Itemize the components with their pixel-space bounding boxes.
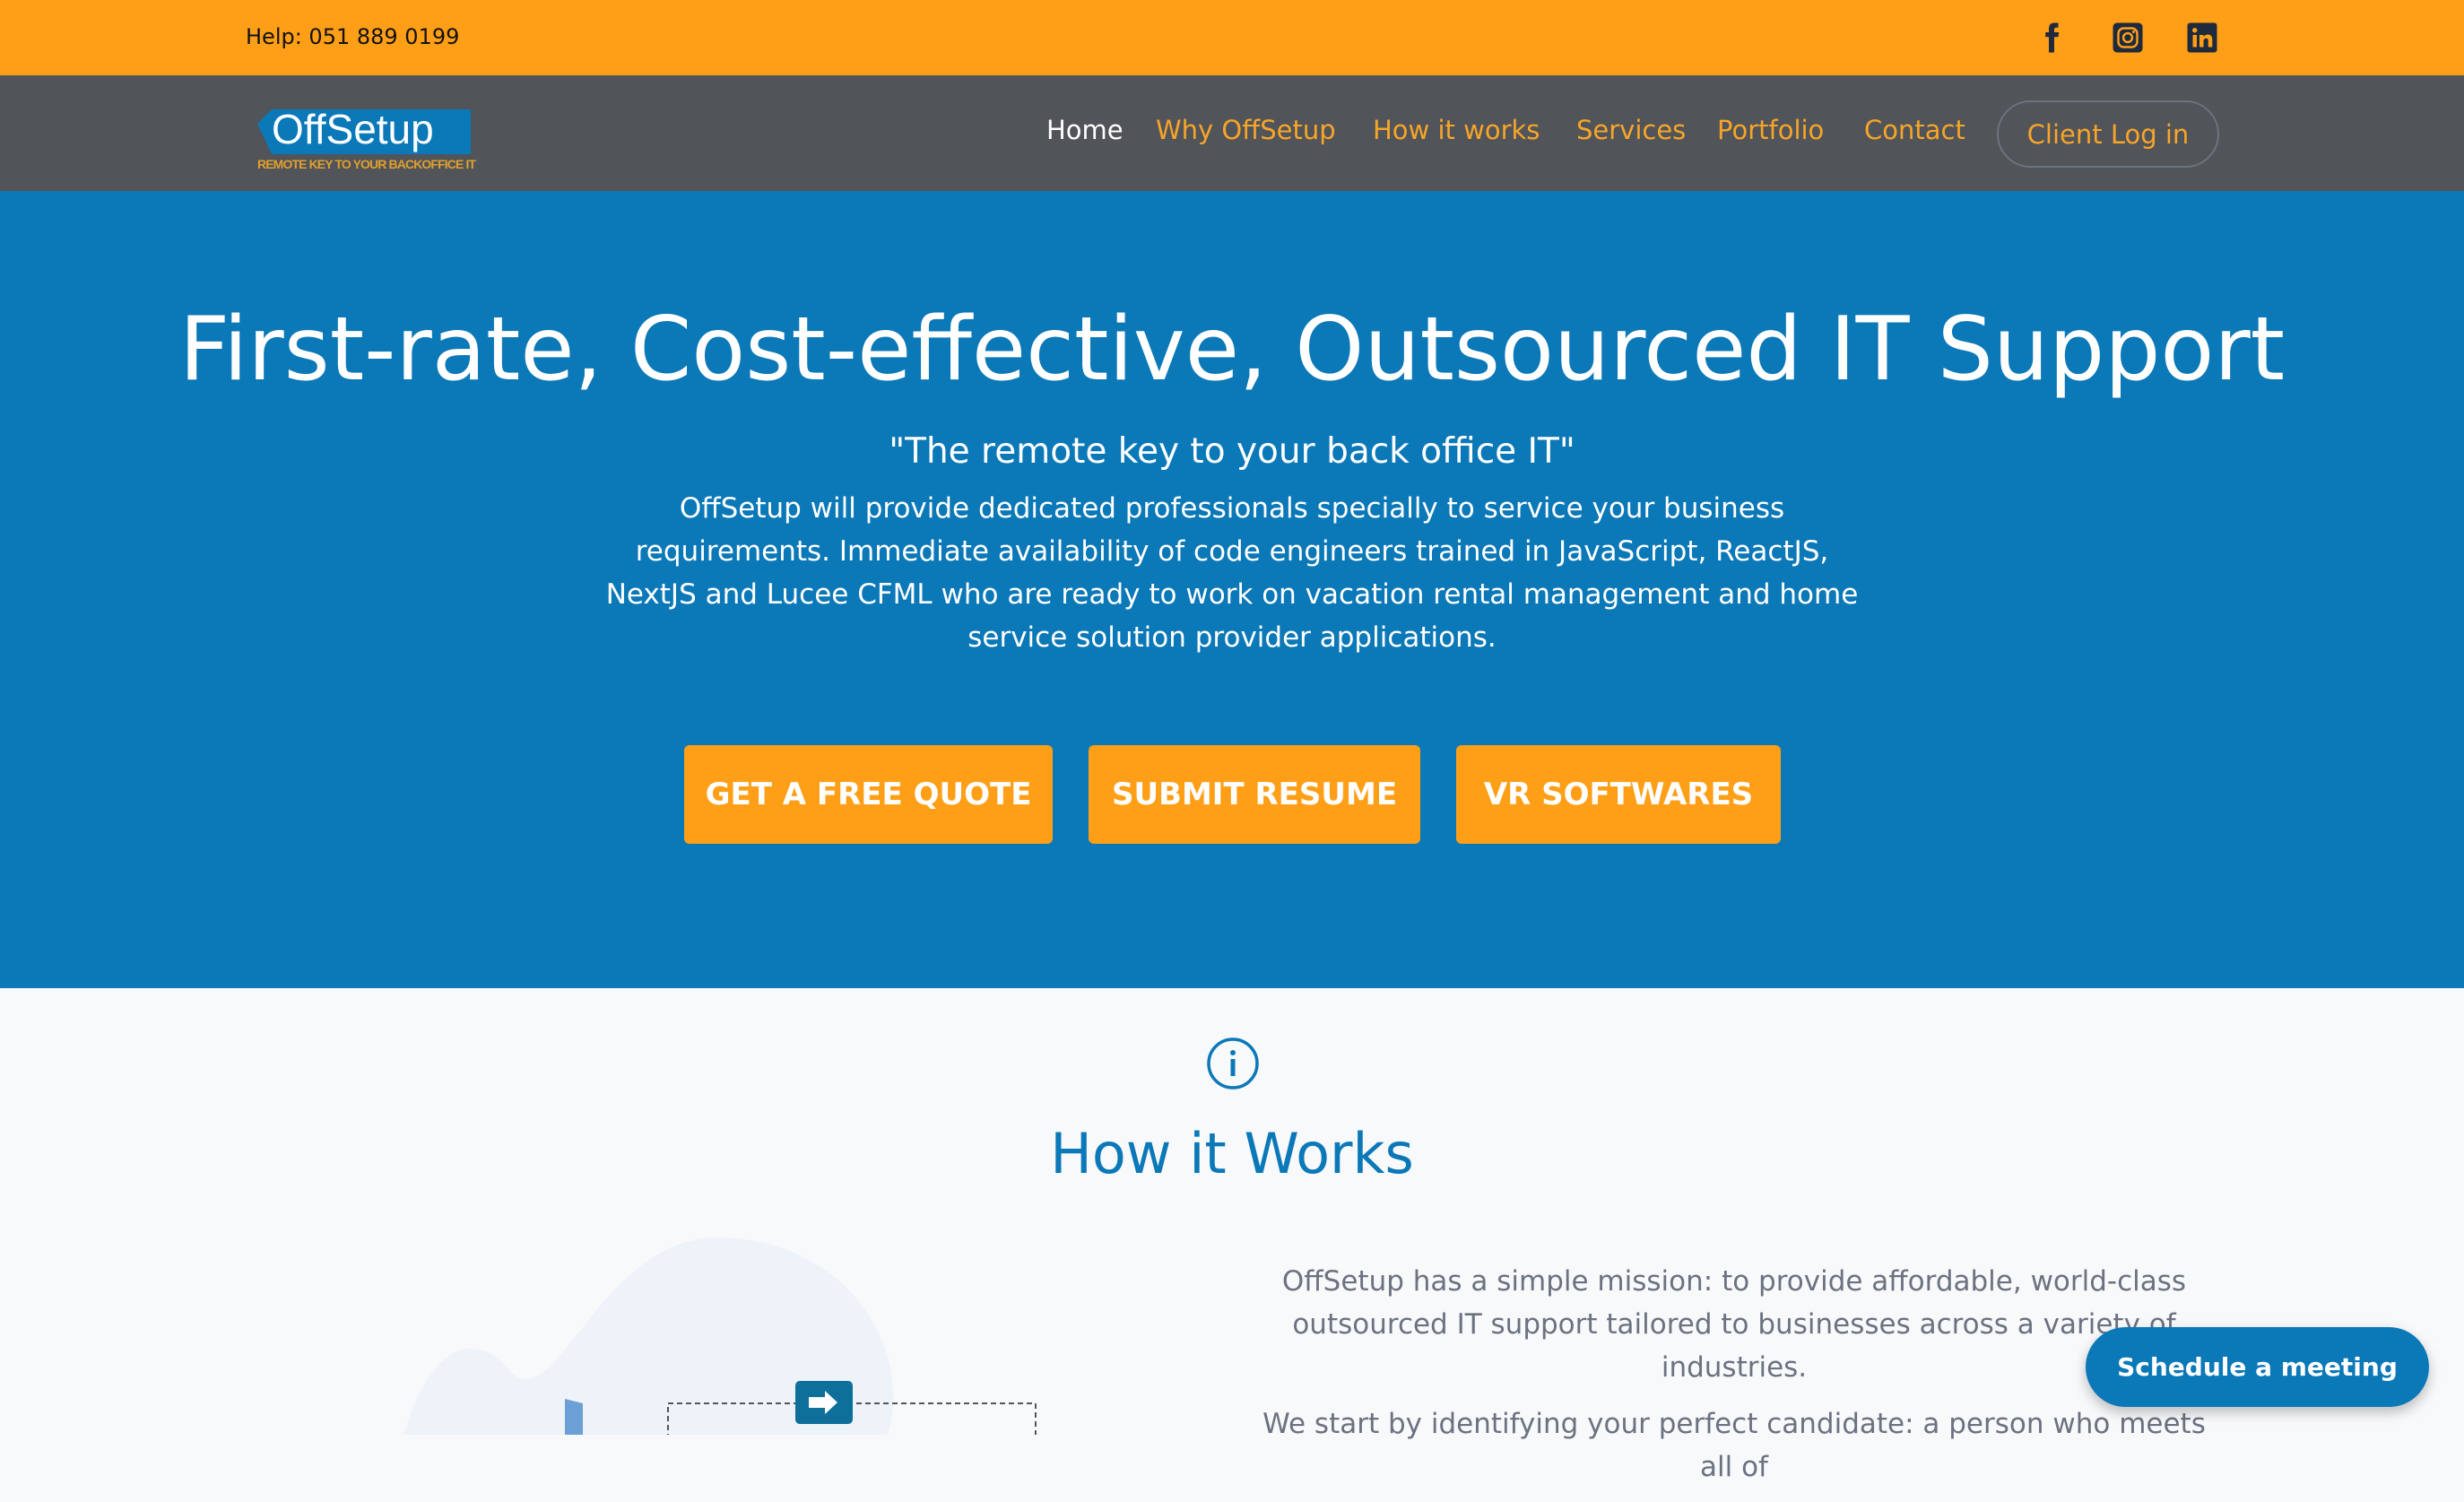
nav-portfolio[interactable]: Portfolio [1717,115,1824,145]
nav-why-offsetup[interactable]: Why OffSetup [1156,115,1336,145]
nav-home[interactable]: Home [1046,115,1124,145]
hero-section: First-rate, Cost-effective, Outsourced I… [0,191,2464,988]
help-phone: Help: 051 889 0199 [246,24,460,49]
nav-how-it-works[interactable]: How it works [1373,115,1540,145]
top-bar: Help: 051 889 0199 [0,0,2464,75]
mission-paragraph-2: We start by identifying your perfect can… [1262,1408,2206,1483]
hero-title: First-rate, Cost-effective, Outsourced I… [178,299,2286,401]
how-it-works-heading: How it Works [1050,1121,1414,1186]
get-free-quote-button[interactable]: GET A FREE QUOTE [684,745,1053,844]
hero-description: OffSetup will provide dedicated professi… [605,492,1859,654]
mission-paragraph-1: OffSetup has a simple mission: to provid… [1281,1265,2187,1384]
logo-text: OffSetup [272,106,434,152]
illustration [403,1237,1037,1435]
client-login-button[interactable]: Client Log in [1997,100,2219,168]
nav-services[interactable]: Services [1576,115,1686,145]
linkedin-icon[interactable] [2186,22,2218,54]
main-nav: OffSetup REMOTE KEY TO YOUR BACKOFFICE I… [0,75,2464,191]
hero-subtitle: "The remote key to your back office IT" [889,431,1575,472]
vr-softwares-button[interactable]: VR SOFTWARES [1456,745,1781,844]
logo-tagline: REMOTE KEY TO YOUR BACKOFFICE IT [257,157,476,170]
facebook-icon[interactable] [2035,22,2068,54]
submit-resume-button[interactable]: SUBMIT RESUME [1089,745,1420,844]
instagram-icon[interactable] [2112,22,2144,54]
schedule-meeting-button[interactable]: Schedule a meeting [2086,1327,2429,1407]
info-icon [1207,1038,1259,1090]
offsetup-logo[interactable]: OffSetup REMOTE KEY TO YOUR BACKOFFICE I… [256,100,480,170]
mission-text: OffSetup has a simple mission: to provid… [1250,1260,2218,1502]
nav-contact[interactable]: Contact [1864,115,1965,145]
